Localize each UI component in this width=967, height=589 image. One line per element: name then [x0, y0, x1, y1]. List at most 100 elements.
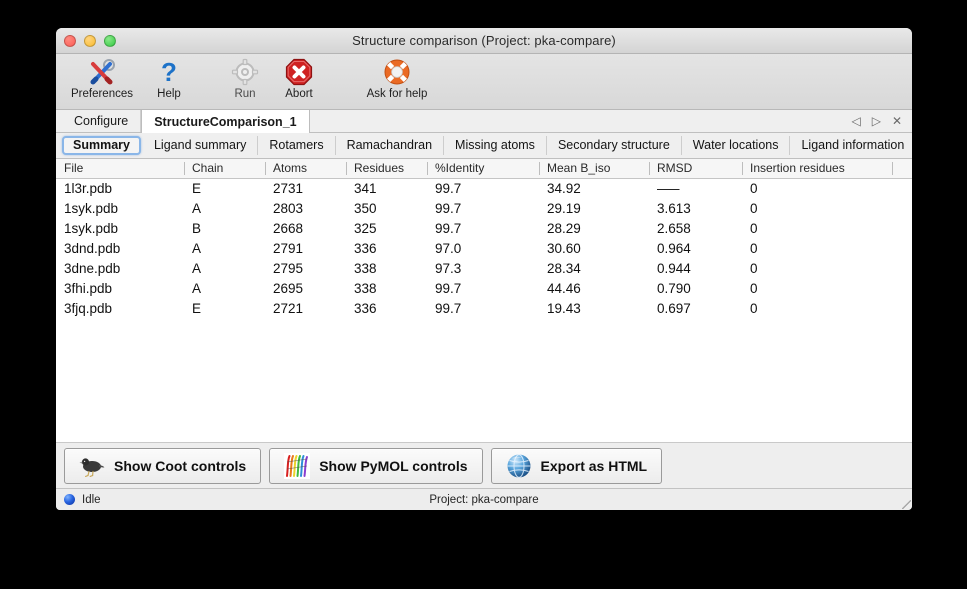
- cell-atoms: 2791: [265, 238, 346, 258]
- tab-summary-label: Summary: [73, 138, 130, 152]
- close-button[interactable]: [64, 35, 76, 47]
- preferences-label: Preferences: [71, 88, 133, 100]
- window-title: Structure comparison (Project: pka-compa…: [56, 33, 912, 48]
- column-header-chain[interactable]: Chain: [184, 159, 265, 178]
- column-header-residues[interactable]: Residues: [346, 159, 427, 178]
- tab-structure-comparison-1-label: StructureComparison_1: [154, 115, 296, 129]
- column-header-rmsd[interactable]: RMSD: [649, 159, 742, 178]
- tab-ligand-information[interactable]: Ligand information: [790, 136, 912, 155]
- cell-identity: 97.3: [427, 258, 539, 278]
- tools-icon: [85, 57, 119, 87]
- cell-insertion-residues: 0: [742, 238, 892, 258]
- svg-text:?: ?: [161, 58, 177, 86]
- table-row[interactable]: 1syk.pdb B 2668 325 99.7 28.29 2.658 0: [56, 218, 912, 238]
- cell-residues: 336: [346, 298, 427, 318]
- globe-icon: [506, 453, 532, 479]
- cell-filler: [892, 258, 912, 278]
- help-button[interactable]: ? Help: [142, 54, 196, 100]
- cell-filler: [892, 178, 912, 198]
- cell-rmsd: 0.790: [649, 278, 742, 298]
- tab-structure-comparison-1[interactable]: StructureComparison_1: [141, 110, 309, 133]
- export-as-html-button[interactable]: Export as HTML: [491, 448, 663, 484]
- cell-identity: 97.0: [427, 238, 539, 258]
- cell-filler: [892, 198, 912, 218]
- cell-mean-biso: 30.60: [539, 238, 649, 258]
- cell-residues: 325: [346, 218, 427, 238]
- summary-table-panel: File Chain Atoms Residues %Identity Mean…: [56, 159, 912, 443]
- column-header-file[interactable]: File: [56, 159, 184, 178]
- tab-secondary-structure-label: Secondary structure: [558, 138, 670, 152]
- cell-rmsd: 2.658: [649, 218, 742, 238]
- application-window: Structure comparison (Project: pka-compa…: [56, 28, 912, 510]
- tab-water-locations[interactable]: Water locations: [682, 136, 791, 155]
- abort-label: Abort: [285, 88, 313, 100]
- resize-grip[interactable]: [902, 500, 911, 509]
- tab-configure[interactable]: Configure: [62, 110, 141, 132]
- tab-configure-label: Configure: [74, 114, 128, 128]
- help-label: Help: [157, 88, 181, 100]
- table-row[interactable]: 3dne.pdb A 2795 338 97.3 28.34 0.944 0: [56, 258, 912, 278]
- run-label: Run: [234, 88, 255, 100]
- cell-insertion-residues: 0: [742, 258, 892, 278]
- cell-identity: 99.7: [427, 178, 539, 198]
- cell-atoms: 2731: [265, 178, 346, 198]
- cell-identity: 99.7: [427, 278, 539, 298]
- column-header-identity[interactable]: %Identity: [427, 159, 539, 178]
- show-coot-controls-button[interactable]: Show Coot controls: [64, 448, 261, 484]
- ask-for-help-button[interactable]: Ask for help: [348, 54, 446, 100]
- table-header-row: File Chain Atoms Residues %Identity Mean…: [56, 159, 912, 178]
- cell-filler: [892, 238, 912, 258]
- tab-scroll-right-icon[interactable]: ▷: [872, 115, 881, 127]
- cell-file: 3fhi.pdb: [56, 278, 184, 298]
- cell-filler: [892, 278, 912, 298]
- table-row[interactable]: 1l3r.pdb E 2731 341 99.7 34.92 ––– 0: [56, 178, 912, 198]
- result-tab-bar: Summary Ligand summary Rotamers Ramachan…: [56, 133, 912, 159]
- preferences-button[interactable]: Preferences: [62, 54, 142, 100]
- tab-missing-atoms[interactable]: Missing atoms: [444, 136, 547, 155]
- cell-rmsd: 0.944: [649, 258, 742, 278]
- tab-scroll-left-icon[interactable]: ◁: [851, 115, 860, 127]
- table-row[interactable]: 3fjq.pdb E 2721 336 99.7 19.43 0.697 0: [56, 298, 912, 318]
- project-tab-controls: ◁ ▷ ✕: [851, 110, 912, 132]
- tab-secondary-structure[interactable]: Secondary structure: [547, 136, 682, 155]
- cell-mean-biso: 28.34: [539, 258, 649, 278]
- run-button[interactable]: Run: [218, 54, 272, 100]
- coot-bird-icon: [79, 453, 105, 479]
- cell-mean-biso: 29.19: [539, 198, 649, 218]
- table-header: File Chain Atoms Residues %Identity Mean…: [56, 159, 912, 178]
- cell-atoms: 2803: [265, 198, 346, 218]
- gear-icon: [228, 57, 262, 87]
- table-row[interactable]: 3dnd.pdb A 2791 336 97.0 30.60 0.964 0: [56, 238, 912, 258]
- cell-chain: A: [184, 278, 265, 298]
- cell-insertion-residues: 0: [742, 178, 892, 198]
- column-header-filler[interactable]: [892, 159, 912, 178]
- maximize-button[interactable]: [104, 35, 116, 47]
- column-header-mean-biso[interactable]: Mean B_iso: [539, 159, 649, 178]
- column-header-atoms[interactable]: Atoms: [265, 159, 346, 178]
- cell-file: 3dne.pdb: [56, 258, 184, 278]
- ask-for-help-label: Ask for help: [367, 88, 428, 100]
- show-pymol-controls-button[interactable]: Show PyMOL controls: [269, 448, 482, 484]
- cell-rmsd: 0.964: [649, 238, 742, 258]
- cell-identity: 99.7: [427, 198, 539, 218]
- toolbar: Preferences ? Help: [56, 54, 912, 110]
- table-row[interactable]: 1syk.pdb A 2803 350 99.7 29.19 3.613 0: [56, 198, 912, 218]
- summary-table: File Chain Atoms Residues %Identity Mean…: [56, 159, 912, 318]
- show-coot-controls-label: Show Coot controls: [114, 458, 246, 474]
- minimize-button[interactable]: [84, 35, 96, 47]
- table-row[interactable]: 3fhi.pdb A 2695 338 99.7 44.46 0.790 0: [56, 278, 912, 298]
- tab-summary[interactable]: Summary: [62, 136, 141, 155]
- tab-ramachandran-label: Ramachandran: [347, 138, 432, 152]
- cell-atoms: 2795: [265, 258, 346, 278]
- tab-ramachandran[interactable]: Ramachandran: [336, 136, 444, 155]
- tab-rotamers[interactable]: Rotamers: [258, 136, 335, 155]
- cell-chain: A: [184, 198, 265, 218]
- tab-ligand-summary[interactable]: Ligand summary: [143, 136, 258, 155]
- show-pymol-controls-label: Show PyMOL controls: [319, 458, 467, 474]
- cell-chain: B: [184, 218, 265, 238]
- tab-close-icon[interactable]: ✕: [892, 115, 902, 127]
- column-header-insertion-residues[interactable]: Insertion residues: [742, 159, 892, 178]
- export-as-html-label: Export as HTML: [541, 458, 648, 474]
- abort-button[interactable]: Abort: [272, 54, 326, 100]
- cell-residues: 341: [346, 178, 427, 198]
